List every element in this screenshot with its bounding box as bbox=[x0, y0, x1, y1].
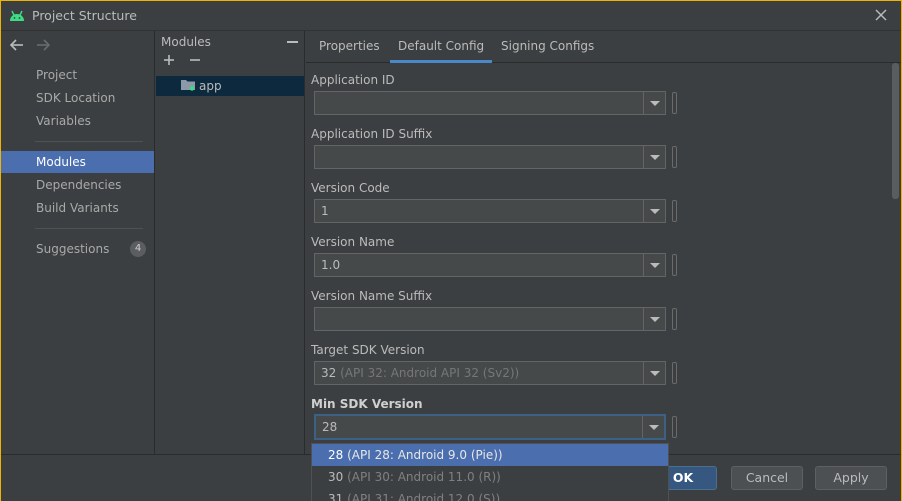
nav-divider bbox=[35, 228, 143, 229]
project-structure-nav: Project SDK Location Variables Modules D… bbox=[1, 31, 155, 454]
chevron-down-icon[interactable] bbox=[643, 92, 665, 114]
field-value: 1 bbox=[321, 204, 329, 218]
version-name-suffix-field[interactable] bbox=[314, 307, 666, 331]
tab-default-config[interactable]: Default Config bbox=[390, 31, 493, 63]
title-bar: Project Structure bbox=[1, 1, 901, 31]
nav-item-project[interactable]: Project bbox=[1, 64, 154, 86]
tab-signing-configs[interactable]: Signing Configs bbox=[493, 31, 602, 63]
nav-item-build-variants[interactable]: Build Variants bbox=[1, 197, 154, 219]
config-tabs: Properties Default Config Signing Config… bbox=[306, 31, 901, 63]
nav-item-sdk-location[interactable]: SDK Location bbox=[1, 87, 154, 109]
field-indicator bbox=[672, 92, 677, 114]
version-name-suffix-label: Version Name Suffix bbox=[311, 289, 433, 303]
back-arrow-icon[interactable] bbox=[9, 37, 25, 53]
field-indicator bbox=[672, 146, 677, 168]
nav-divider bbox=[35, 141, 143, 142]
project-structure-dialog: Project Structure Project SDK Location V… bbox=[0, 0, 902, 501]
min-sdk-version-field[interactable]: 28 bbox=[314, 414, 666, 440]
target-sdk-version-field[interactable]: 32 (API 32: Android API 32 (Sv2)) bbox=[314, 361, 666, 385]
dropdown-option[interactable]: 31 (API 31: Android 12.0 (S)) bbox=[312, 488, 668, 501]
field-value: 1.0 bbox=[321, 258, 341, 272]
min-sdk-version-label: Min SDK Version bbox=[311, 397, 423, 411]
modules-panel: Modules app bbox=[156, 31, 305, 454]
application-id-label: Application ID bbox=[311, 73, 395, 87]
chevron-down-icon[interactable] bbox=[643, 308, 665, 330]
version-code-label: Version Code bbox=[311, 181, 390, 195]
nav-item-dependencies[interactable]: Dependencies bbox=[1, 174, 154, 196]
version-name-label: Version Name bbox=[311, 235, 395, 249]
dropdown-option[interactable]: 28 (API 28: Android 9.0 (Pie)) bbox=[312, 444, 668, 466]
target-sdk-version-label: Target SDK Version bbox=[311, 343, 425, 357]
suggestions-count-badge: 4 bbox=[130, 241, 146, 257]
modules-header: Modules bbox=[161, 35, 211, 49]
field-value: 32 (API 32: Android API 32 (Sv2)) bbox=[321, 366, 520, 380]
module-folder-icon bbox=[181, 79, 195, 91]
field-hint: (API 32: Android API 32 (Sv2)) bbox=[340, 366, 520, 380]
vertical-scrollbar[interactable] bbox=[892, 63, 899, 199]
chevron-down-icon[interactable] bbox=[643, 146, 665, 168]
field-indicator bbox=[672, 308, 677, 330]
field-indicator bbox=[672, 254, 677, 276]
field-indicator bbox=[672, 362, 677, 384]
collapse-panel-icon[interactable] bbox=[287, 41, 298, 43]
module-list-item[interactable]: app bbox=[156, 76, 304, 96]
application-id-suffix-field[interactable] bbox=[314, 145, 666, 169]
nav-item-modules[interactable]: Modules bbox=[1, 151, 154, 173]
field-value: 28 bbox=[322, 420, 338, 434]
min-sdk-dropdown-list: 28 (API 28: Android 9.0 (Pie)) 30 (API 3… bbox=[311, 443, 669, 501]
close-icon[interactable] bbox=[873, 7, 889, 23]
plus-icon[interactable] bbox=[162, 53, 176, 67]
minus-icon[interactable] bbox=[188, 53, 202, 67]
nav-item-variables[interactable]: Variables bbox=[1, 110, 154, 132]
android-icon bbox=[8, 9, 26, 23]
dropdown-option[interactable]: 30 (API 30: Android 11.0 (R)) bbox=[312, 466, 668, 488]
module-config-panel: Properties Default Config Signing Config… bbox=[306, 31, 901, 454]
chevron-down-icon[interactable] bbox=[643, 362, 665, 384]
window-title: Project Structure bbox=[32, 8, 137, 23]
field-indicator bbox=[672, 416, 677, 438]
chevron-down-icon[interactable] bbox=[643, 254, 665, 276]
field-indicator bbox=[672, 200, 677, 222]
version-name-field[interactable]: 1.0 bbox=[314, 253, 666, 277]
application-id-field[interactable] bbox=[314, 91, 666, 115]
default-config-form: Application ID Application ID Suffix Ver… bbox=[306, 64, 901, 454]
module-label: app bbox=[199, 79, 222, 93]
apply-button[interactable]: Apply bbox=[815, 466, 887, 490]
version-code-field[interactable]: 1 bbox=[314, 199, 666, 223]
tab-properties[interactable]: Properties bbox=[311, 31, 388, 63]
cancel-button[interactable]: Cancel bbox=[731, 466, 803, 490]
application-id-suffix-label: Application ID Suffix bbox=[311, 127, 433, 141]
forward-arrow-icon[interactable] bbox=[35, 37, 51, 53]
nav-item-label: Suggestions bbox=[36, 242, 110, 256]
chevron-down-icon[interactable] bbox=[642, 416, 664, 438]
nav-item-suggestions[interactable]: Suggestions 4 bbox=[1, 238, 154, 260]
chevron-down-icon[interactable] bbox=[643, 200, 665, 222]
